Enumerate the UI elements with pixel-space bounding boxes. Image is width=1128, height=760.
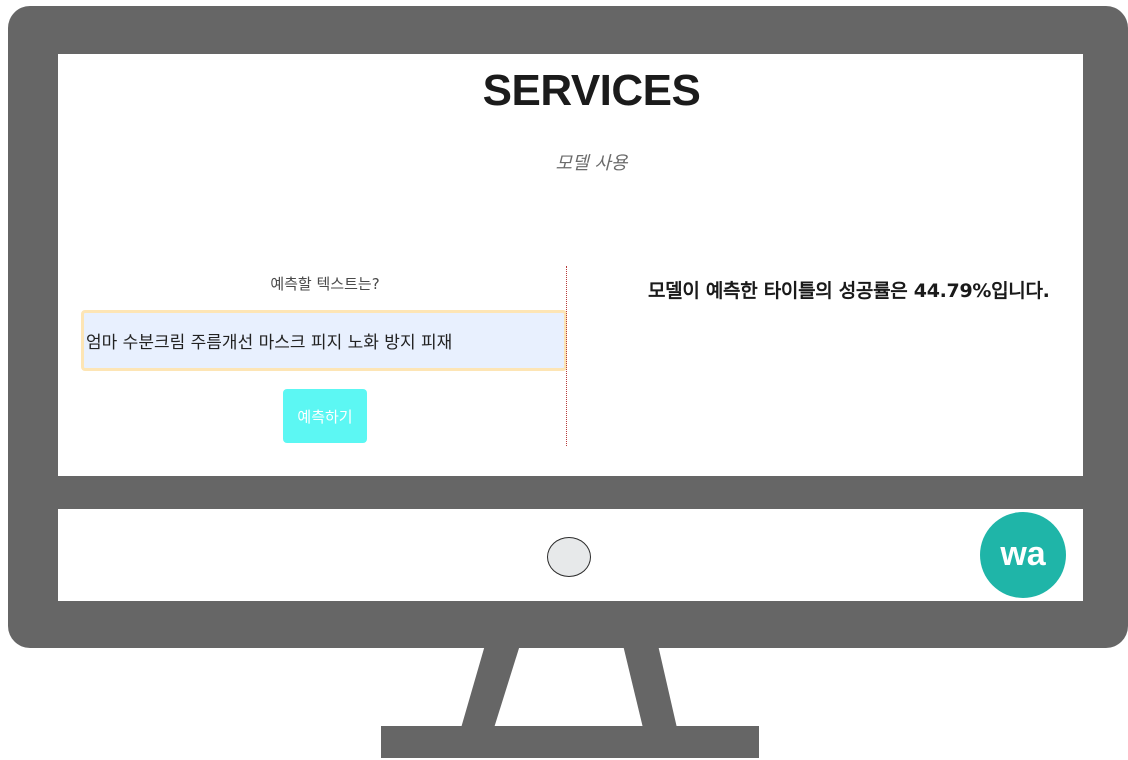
page-canvas: wa SERVICES 모델 사용 예측할 텍스트는? 예측하기 모델이 예측한… xyxy=(0,0,1128,760)
page-subtitle: 모델 사용 xyxy=(555,153,628,174)
brand-logo: wa xyxy=(980,512,1066,598)
input-label: 예측할 텍스트는? xyxy=(270,275,380,293)
logo-text: wa xyxy=(999,535,1046,573)
monitor-screen xyxy=(58,54,1083,476)
prediction-text-input[interactable] xyxy=(81,310,567,371)
page-title: SERVICES xyxy=(482,66,701,115)
wa-logo-icon: wa xyxy=(999,535,1046,573)
prediction-result: 모델이 예측한 타이틀의 성공률은 44.79%입니다. xyxy=(648,280,1050,302)
stand-right-leg xyxy=(623,645,677,728)
predict-button[interactable]: 예측하기 xyxy=(283,389,367,443)
power-button[interactable] xyxy=(547,537,591,577)
stand-left-leg xyxy=(461,645,520,728)
column-divider xyxy=(566,266,567,446)
monitor-base xyxy=(381,726,759,758)
